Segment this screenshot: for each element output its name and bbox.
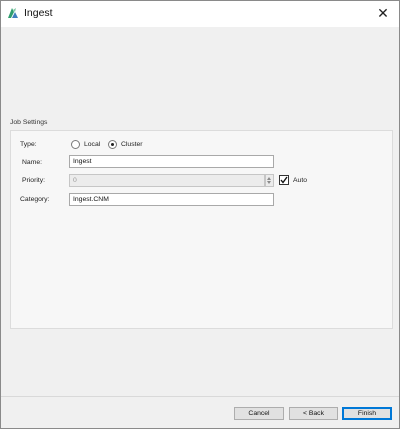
ingest-dialog: Ingest ✕ Job Settings Type: Local Cluste… — [0, 0, 400, 429]
ingest-app-icon — [7, 7, 19, 19]
priority-input[interactable]: 0 — [69, 174, 265, 187]
title-bar: Ingest ✕ — [1, 1, 399, 27]
job-settings-heading: Job Settings — [10, 119, 48, 126]
back-button[interactable]: < Back — [289, 407, 338, 420]
job-settings-panel: Type: Local Cluster Name: Ingest Priorit… — [10, 130, 393, 329]
close-icon: ✕ — [377, 4, 389, 21]
type-local-label[interactable]: Local — [84, 141, 100, 148]
category-label: Category: — [20, 196, 50, 203]
priority-auto-checkbox[interactable] — [279, 175, 289, 185]
type-cluster-radio[interactable] — [108, 140, 117, 149]
window-title: Ingest — [24, 7, 53, 19]
type-local-radio[interactable] — [71, 140, 80, 149]
name-input[interactable]: Ingest — [69, 155, 274, 168]
type-label: Type: — [20, 141, 37, 148]
priority-spinner[interactable] — [265, 174, 274, 187]
finish-button[interactable]: Finish — [342, 407, 392, 420]
content-area: Job Settings Type: Local Cluster Name: I… — [1, 27, 399, 396]
spin-up-icon — [267, 177, 271, 180]
checkmark-icon — [280, 176, 288, 184]
name-label: Name: — [22, 159, 43, 166]
category-input[interactable]: Ingest.CNM — [69, 193, 274, 206]
priority-label: Priority: — [22, 177, 46, 184]
priority-auto-label[interactable]: Auto — [293, 177, 307, 184]
close-button[interactable]: ✕ — [373, 4, 393, 22]
footer-bar: Cancel < Back Finish — [1, 397, 399, 428]
spin-down-icon — [267, 181, 271, 184]
type-cluster-label[interactable]: Cluster — [121, 141, 143, 148]
cancel-button[interactable]: Cancel — [234, 407, 284, 420]
